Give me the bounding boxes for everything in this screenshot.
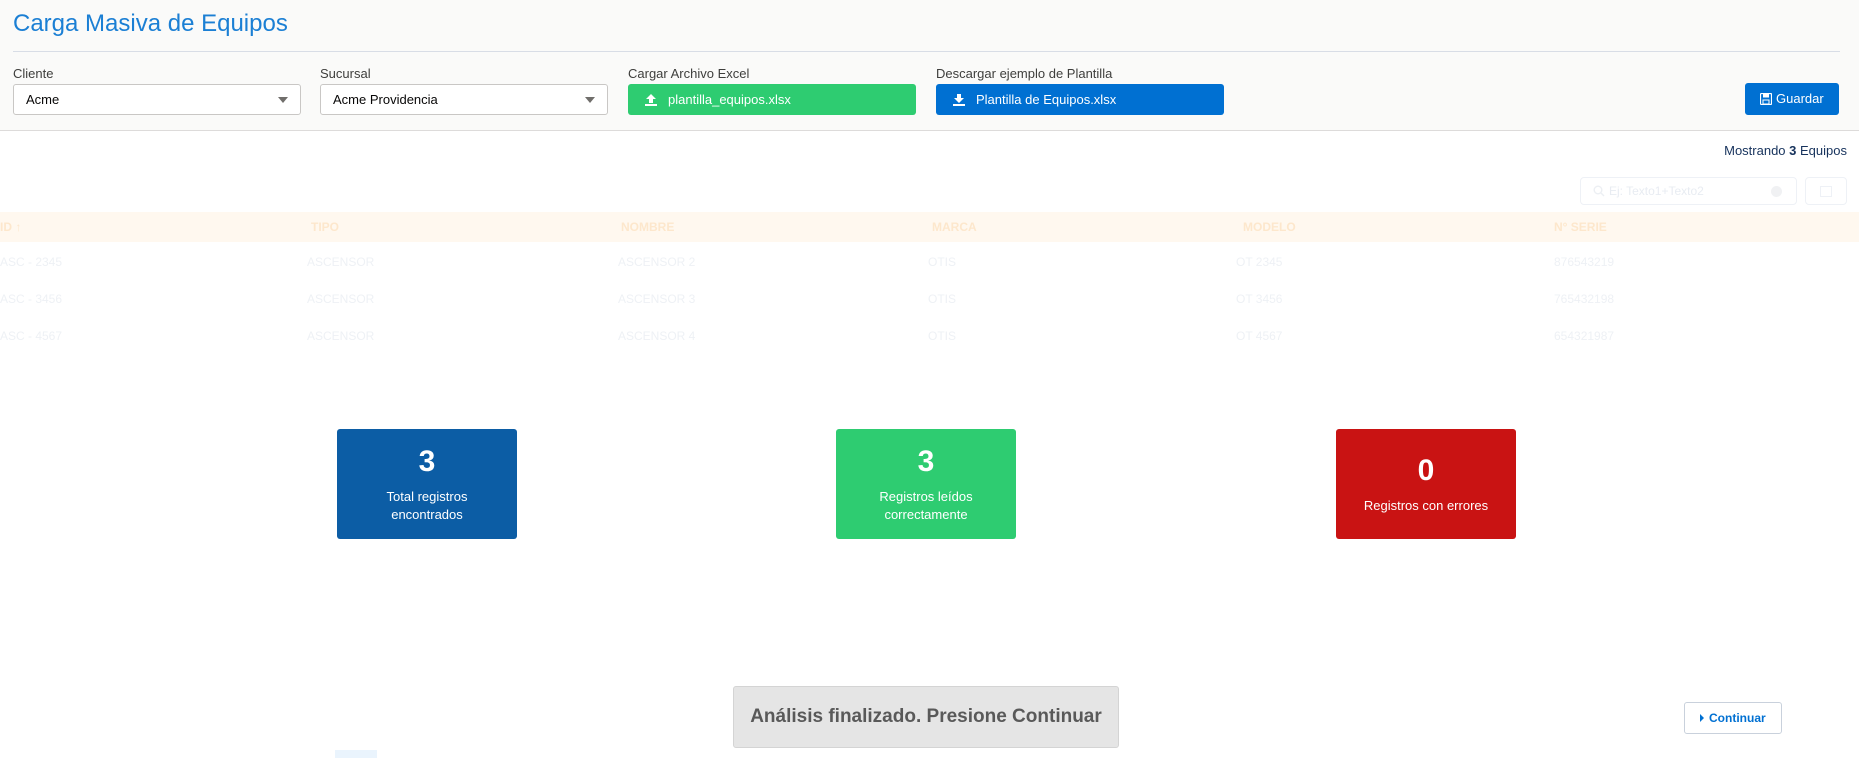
- stat-total-label-2: encontrados: [391, 507, 463, 522]
- cell-serie: 654321987: [1554, 329, 1615, 343]
- grid-icon: [1820, 186, 1832, 197]
- chevron-down-icon: [585, 97, 595, 103]
- status-message: Análisis finalizado. Presione Continuar: [733, 686, 1119, 748]
- cell-tipo: ASCENSOR: [307, 255, 375, 269]
- download-file-name: Plantilla de Equipos.xlsx: [976, 92, 1117, 107]
- cell-id: ASC - 2345: [0, 255, 63, 269]
- stat-total-label-1: Total registros: [386, 489, 468, 504]
- records-count-number: 3: [1789, 143, 1797, 158]
- search-icon: [1593, 185, 1605, 197]
- column-settings-button[interactable]: [1805, 177, 1847, 205]
- cell-nombre: ASCENSOR 2: [618, 255, 696, 269]
- stat-error-value: 0: [1417, 454, 1435, 487]
- cell-modelo: OT 2345: [1236, 255, 1283, 269]
- table-search-input[interactable]: Ej: Texto1+Texto2: [1580, 177, 1797, 205]
- cliente-label: Cliente: [13, 66, 54, 81]
- save-button[interactable]: Guardar: [1745, 83, 1839, 115]
- save-icon: [1760, 93, 1772, 105]
- sucursal-value: Acme Providencia: [333, 92, 438, 107]
- cell-nombre: ASCENSOR 3: [618, 292, 696, 306]
- download-template-button[interactable]: Plantilla de Equipos.xlsx: [936, 84, 1224, 115]
- cliente-value: Acme: [26, 92, 60, 107]
- cell-nombre: ASCENSOR 4: [618, 329, 696, 343]
- stat-read-label-1: Registros leídos: [879, 489, 973, 504]
- column-header-id[interactable]: ID ↑: [0, 220, 21, 234]
- upload-label: Cargar Archivo Excel: [628, 66, 750, 81]
- column-header-serie[interactable]: N° SERIE: [1554, 220, 1607, 234]
- cell-marca: OTIS: [928, 329, 957, 343]
- continue-button[interactable]: Continuar: [1684, 702, 1782, 734]
- records-count: Mostrando 3 Equipos: [1724, 143, 1847, 158]
- cell-id: ASC - 3456: [0, 292, 63, 306]
- upload-file-name: plantilla_equipos.xlsx: [668, 92, 791, 107]
- clear-icon[interactable]: [1771, 186, 1782, 197]
- save-label: Guardar: [1776, 91, 1824, 106]
- upload-icon: [645, 94, 657, 106]
- stat-error-label-1: Registros con errores: [1363, 498, 1489, 513]
- stat-read-records: 3 Registros leídos correctamente: [836, 429, 1016, 539]
- cell-tipo: ASCENSOR: [307, 329, 375, 343]
- continue-label: Continuar: [1709, 711, 1766, 725]
- cell-tipo: ASCENSOR: [307, 292, 375, 306]
- cell-marca: OTIS: [928, 292, 957, 306]
- cliente-select[interactable]: Acme: [13, 84, 301, 115]
- cell-marca: OTIS: [928, 255, 957, 269]
- records-count-suffix: Equipos: [1800, 143, 1847, 158]
- stat-total-records: 3 Total registros encontrados: [337, 429, 517, 539]
- sucursal-select[interactable]: Acme Providencia: [320, 84, 608, 115]
- stat-read-label-2: correctamente: [884, 507, 968, 522]
- column-header-tipo[interactable]: TIPO: [311, 220, 339, 234]
- stat-total-value: 3: [418, 445, 436, 478]
- column-header-nombre[interactable]: NOMBRE: [621, 220, 674, 234]
- upload-file-button[interactable]: plantilla_equipos.xlsx: [628, 84, 916, 115]
- pagination: [335, 750, 377, 758]
- cell-modelo: OT 4567: [1236, 329, 1283, 343]
- column-header-modelo[interactable]: MODELO: [1243, 220, 1296, 234]
- page-title: Carga Masiva de Equipos: [13, 10, 288, 37]
- column-header-marca[interactable]: MARCA: [932, 220, 977, 234]
- caret-right-icon: [1700, 714, 1704, 722]
- chevron-down-icon: [278, 97, 288, 103]
- stat-error-records: 0 Registros con errores: [1336, 429, 1516, 539]
- cell-modelo: OT 3456: [1236, 292, 1283, 306]
- cell-id: ASC - 4567: [0, 329, 63, 343]
- download-label: Descargar ejemplo de Plantilla: [936, 66, 1113, 81]
- search-placeholder: Ej: Texto1+Texto2: [1609, 184, 1704, 198]
- sucursal-label: Sucursal: [320, 66, 371, 81]
- page-header: Carga Masiva de Equipos Cliente Acme Suc…: [0, 0, 1859, 131]
- cell-serie: 765432198: [1554, 292, 1615, 306]
- records-count-prefix: Mostrando: [1724, 143, 1786, 158]
- stat-read-value: 3: [917, 445, 935, 478]
- cell-serie: 876543219: [1554, 255, 1615, 269]
- download-icon: [953, 94, 965, 106]
- title-divider: [13, 51, 1840, 52]
